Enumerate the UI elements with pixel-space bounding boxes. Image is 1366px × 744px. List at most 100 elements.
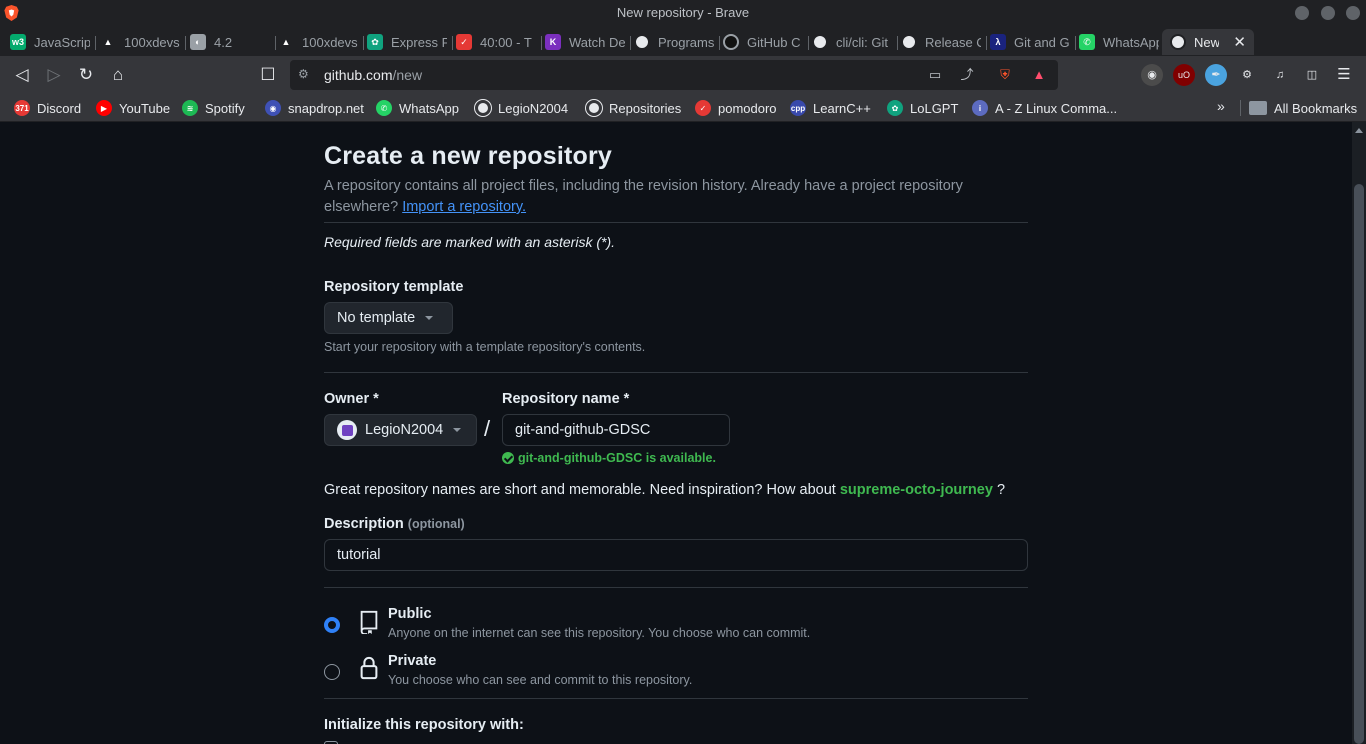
owner-label: Owner *	[324, 391, 379, 407]
private-label: Private	[388, 653, 437, 669]
tab-separator	[275, 36, 276, 50]
browser-tab[interactable]: ▲ 100xdevs	[278, 29, 358, 55]
bookmark-item[interactable]: LegioN2004	[474, 99, 569, 117]
optional-tag: (optional)	[407, 517, 465, 531]
description-label-text: Description	[324, 516, 404, 532]
extensions-puzzle-icon[interactable]: ⚙	[1236, 64, 1258, 86]
bookmark-item[interactable]: ✿ LoLGPT	[887, 99, 958, 117]
bookmark-item[interactable]: 371 Discord	[14, 99, 81, 117]
bookmark-label: snapdrop.net	[288, 100, 364, 116]
share-icon[interactable]: ⤴	[958, 66, 976, 84]
page-title: Create a new repository	[324, 142, 613, 170]
avatar-glyph-icon	[341, 424, 353, 436]
bookmark-label: WhatsApp	[399, 100, 459, 116]
all-bookmarks-button[interactable]: All Bookmarks	[1249, 99, 1357, 117]
tab-separator	[630, 36, 631, 50]
tab-separator	[808, 36, 809, 50]
description-input[interactable]: tutorial	[324, 539, 1028, 571]
browser-tab[interactable]: ✆ WhatsApp	[1079, 29, 1159, 55]
forward-button[interactable]: ▷	[44, 65, 64, 85]
ublock-origin-icon[interactable]: uO	[1173, 64, 1195, 86]
browser-tab[interactable]: K Watch De	[545, 29, 625, 55]
extension-pen-icon[interactable]: ✒	[1205, 64, 1227, 86]
bookmark-item[interactable]: cpp LearnC++	[790, 99, 871, 117]
close-window-button[interactable]	[1346, 6, 1360, 20]
template-value: No template	[337, 310, 416, 326]
tab-label: Watch De	[569, 34, 625, 50]
private-radio[interactable]	[324, 664, 340, 680]
sidebar-toggle-icon[interactable]: ◫	[1301, 64, 1323, 86]
brave-rewards-icon[interactable]: ▲	[1030, 66, 1048, 84]
browser-tab[interactable]: cli/cli: Git	[812, 29, 892, 55]
browser-tab[interactable]: New ✕	[1162, 29, 1254, 55]
bookmark-favicon-icon: i	[972, 100, 988, 116]
browser-tab[interactable]: GitHub C	[723, 29, 803, 55]
tab-label: WhatsApp	[1103, 34, 1159, 50]
whatsapp-icon: ✆	[1079, 34, 1095, 50]
bookmark-label: YouTube	[119, 100, 171, 116]
more-bookmarks-icon[interactable]: »	[1217, 98, 1225, 114]
window-titlebar: New repository - Brave	[0, 0, 1366, 26]
avatar	[337, 420, 357, 440]
reload-button[interactable]: ↻	[76, 65, 96, 85]
suggestion-end: ?	[996, 482, 1006, 498]
name-suggestion: Great repository names are short and mem…	[324, 482, 1005, 498]
lock-icon	[360, 656, 378, 680]
tab-separator	[452, 36, 453, 50]
scroll-up-arrow-icon[interactable]	[1355, 128, 1363, 133]
bookmark-item[interactable]: ✆ WhatsApp	[376, 99, 459, 117]
bookmark-item[interactable]: Repositories	[585, 99, 681, 117]
home-button[interactable]: ⌂	[108, 65, 128, 85]
bookmark-item[interactable]: i A - Z Linux Comma...	[972, 99, 1117, 117]
browser-tab[interactable]: Release C	[901, 29, 981, 55]
browser-tab[interactable]: ✓ 40:00 - T	[456, 29, 536, 55]
bookmark-favicon-icon: ✆	[376, 100, 392, 116]
browser-tab[interactable]: Programs	[634, 29, 714, 55]
minimize-button[interactable]	[1295, 6, 1309, 20]
bookmark-item[interactable]: ≋ Spotify	[182, 99, 245, 117]
tab-label: JavaScrip	[34, 34, 90, 50]
divider	[324, 587, 1028, 588]
repo-name-label: Repository name *	[502, 391, 630, 407]
bookmark-item[interactable]: ✓ pomodoro	[695, 99, 777, 117]
page-scrollbar[interactable]	[1352, 122, 1366, 744]
bookmarks-divider	[1240, 100, 1241, 116]
address-bar[interactable]: ⚙ github.com/new ▭ ⤴ ⛨ ▲	[290, 60, 1058, 90]
maximize-button[interactable]	[1321, 6, 1335, 20]
media-controls-icon[interactable]: ♫	[1269, 64, 1291, 86]
bookmark-label: LegioN2004	[498, 100, 569, 116]
url-text[interactable]: github.com/new	[324, 67, 422, 83]
extension-owl-icon[interactable]: ◉	[1141, 64, 1163, 86]
browser-tab[interactable]: ▲ 100xdevs	[100, 29, 180, 55]
cast-icon[interactable]: ▭	[926, 66, 944, 84]
suggested-name-link[interactable]: supreme-octo-journey	[840, 482, 993, 498]
bookmark-favicon-icon: cpp	[790, 100, 806, 116]
tab-label: cli/cli: Git	[836, 34, 888, 50]
public-radio[interactable]	[324, 617, 340, 633]
browser-tab[interactable]: w3 JavaScrip	[10, 29, 90, 55]
close-tab-icon[interactable]: ✕	[1233, 33, 1246, 51]
tab-label: GitHub C	[747, 34, 801, 50]
import-repository-link[interactable]: Import a repository.	[402, 199, 526, 215]
suggestion-text: Great repository names are short and mem…	[324, 482, 836, 498]
browser-tab[interactable]: ✿ Express P	[367, 29, 447, 55]
browser-tab[interactable]: λ Git and G	[990, 29, 1070, 55]
bookmark-item[interactable]: ▶ YouTube	[96, 99, 170, 117]
bookmark-label: A - Z Linux Comma...	[995, 100, 1118, 116]
back-button[interactable]: ◁	[12, 65, 32, 85]
brave-shields-icon[interactable]: ⛨	[996, 66, 1014, 84]
template-select[interactable]: No template	[324, 302, 453, 334]
bookmark-favicon-icon	[585, 99, 603, 117]
scrollbar-thumb[interactable]	[1354, 184, 1364, 744]
repo-name-input[interactable]: git-and-github-GDSC	[502, 414, 730, 446]
divider	[324, 698, 1028, 699]
owner-select[interactable]: LegioN2004	[324, 414, 477, 446]
site-info-icon[interactable]: ⚙	[298, 67, 314, 83]
bookmark-page-button[interactable]: ☐	[258, 65, 278, 85]
github-icon	[1170, 34, 1186, 50]
chatgpt-icon: ✿	[367, 34, 383, 50]
main-menu-icon[interactable]: ☰	[1333, 64, 1355, 86]
browser-tab[interactable]: ◐ 4.2	[190, 29, 270, 55]
chevron-down-icon	[453, 428, 462, 432]
bookmark-item[interactable]: ◉ snapdrop.net	[265, 99, 364, 117]
